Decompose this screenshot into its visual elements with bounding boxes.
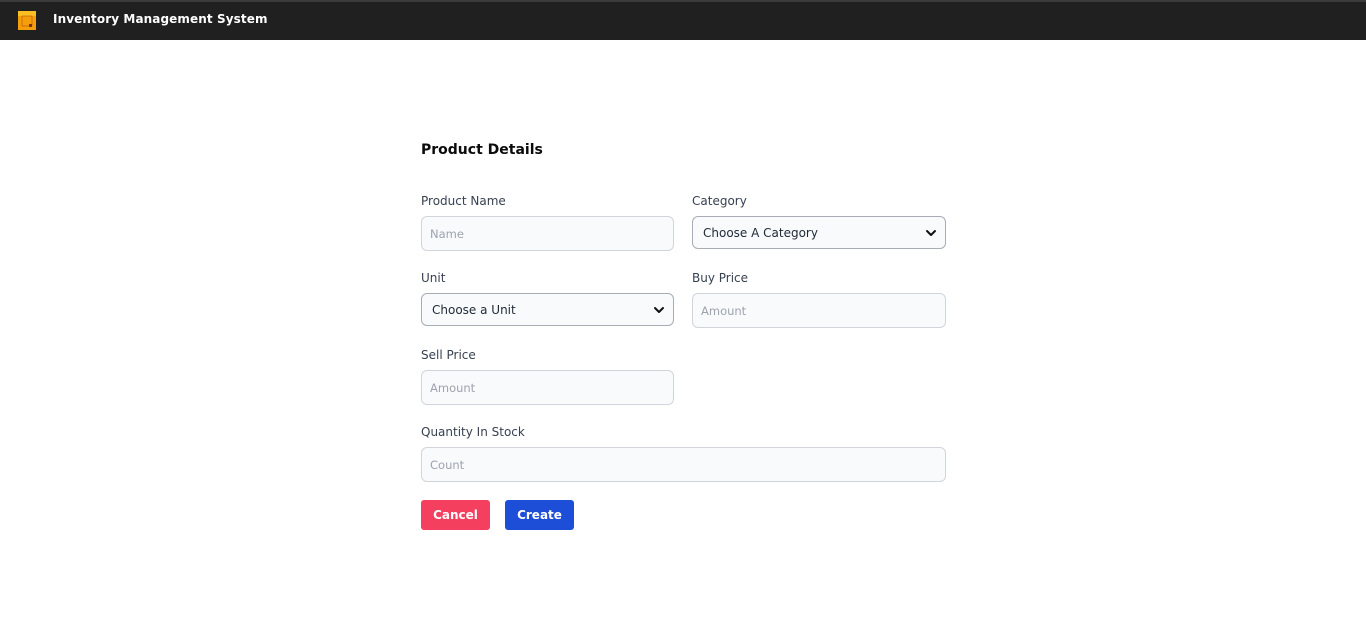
app-title: Inventory Management System [53,12,268,26]
unit-select-value: Choose a Unit [432,302,516,317]
buy-price-label: Buy Price [692,271,749,285]
category-select-value: Choose A Category [703,225,818,240]
category-select[interactable]: Choose A Category [692,216,946,249]
quantity-input[interactable] [421,447,946,482]
chevron-down-icon [926,230,936,236]
unit-select[interactable]: Choose a Unit [421,293,674,326]
create-button[interactable]: Create [505,500,574,530]
sell-price-label: Sell Price [421,348,476,362]
product-name-input[interactable] [421,216,674,251]
sell-price-input[interactable] [421,370,674,405]
form-title: Product Details [421,142,543,158]
chevron-down-icon [654,307,664,313]
category-label: Category [692,194,747,208]
product-name-label: Product Name [421,194,506,208]
quantity-label: Quantity In Stock [421,425,525,439]
box-logo-icon [18,11,36,30]
unit-label: Unit [421,271,446,285]
cancel-button[interactable]: Cancel [421,500,490,530]
buy-price-input[interactable] [692,293,946,328]
top-navbar: Inventory Management System [0,0,1366,40]
